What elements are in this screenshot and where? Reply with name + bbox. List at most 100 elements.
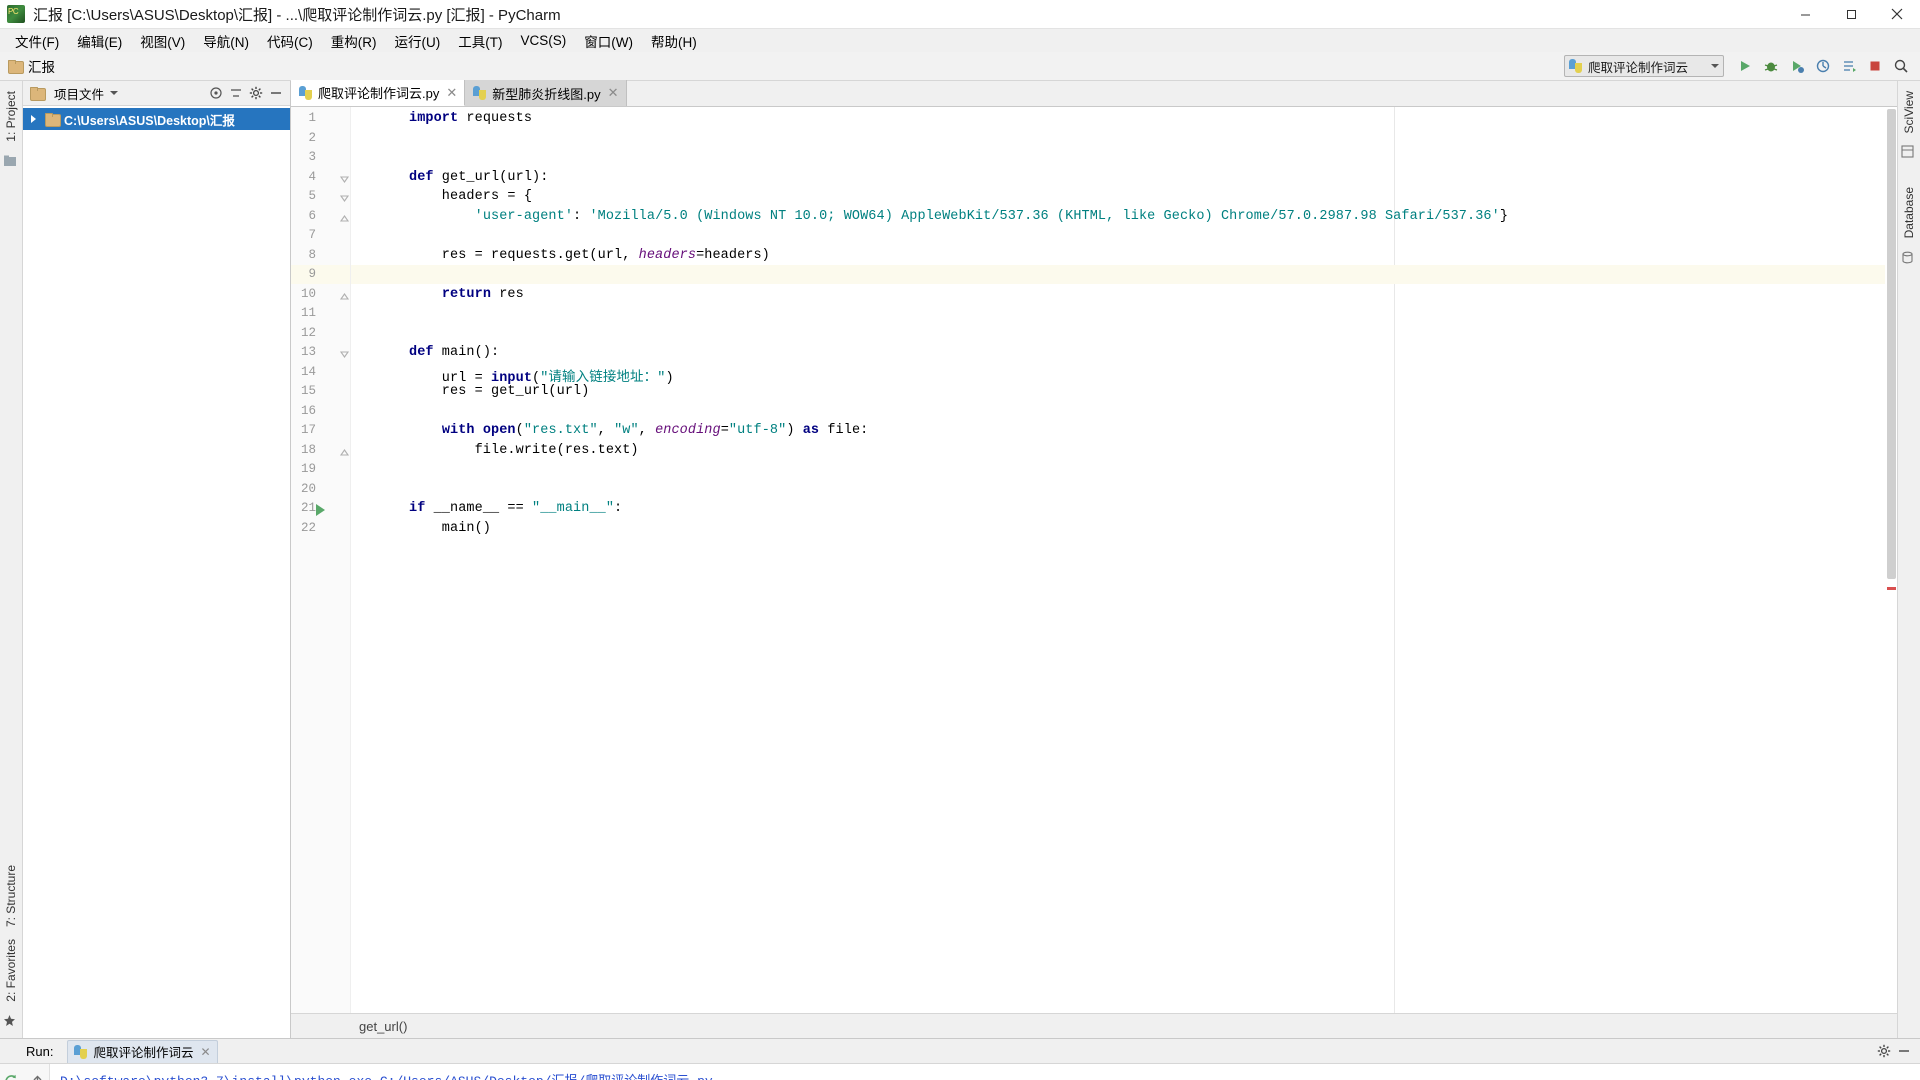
right-margin-line [1394,107,1395,1013]
tab-crawl-comments-wordcloud[interactable]: 爬取评论制作词云.py ✕ [291,80,466,106]
code-fold-icon[interactable] [339,445,350,456]
sidebar-item-structure[interactable]: 7: Structure [4,859,18,933]
menu-vcs[interactable]: VCS(S) [512,31,576,50]
menu-navigate[interactable]: 导航(N) [194,29,258,53]
line-number: 6 [308,208,316,223]
menu-run[interactable]: 运行(U) [386,29,450,53]
code-line[interactable]: res = requests.get(url, headers=headers) [409,248,770,263]
close-icon[interactable]: ✕ [200,1045,210,1059]
line-number: 2 [308,130,316,145]
menu-code[interactable]: 代码(C) [258,29,322,53]
settings-gear-icon[interactable] [1874,1041,1894,1061]
code-token: "utf-8" [728,423,787,438]
code-token: headers = { [409,189,533,204]
run-panel-label: Run: [26,1043,54,1059]
sidebar-item-database[interactable]: Database [1902,181,1916,244]
editor-scrollbar-vertical[interactable] [1885,107,1897,1013]
run-configuration-name: 爬取评论制作词云 [1588,60,1689,75]
line-number: 11 [300,306,316,320]
code-fold-icon[interactable] [339,172,350,183]
code-token: requests [458,111,533,126]
search-everywhere-button[interactable] [1888,54,1913,79]
code-line[interactable]: main() [409,521,491,536]
code-line[interactable]: import requests [409,111,532,126]
maximize-button[interactable] [1828,0,1874,29]
breadcrumb-label: get_url() [359,1018,408,1034]
code-token: =headers) [696,247,770,263]
run-with-console-button[interactable] [1836,54,1861,79]
editor-gutter[interactable]: 1 2 3 4 5 6 7 8 9 10 11 12 13 14 15 16 17 18 19 20 21 22 [291,107,351,1013]
menu-file[interactable]: 文件(F) [6,29,68,53]
sidebar-item-favorites[interactable]: 2: Favorites [4,933,18,1008]
line-number: 12 [300,325,316,340]
code-line[interactable]: file.write(res.text) [409,443,639,458]
code-line[interactable]: def get_url(url): [409,170,548,185]
collapse-all-icon[interactable] [226,83,246,103]
scroll-up-icon[interactable] [27,1070,49,1080]
left-tool-rail: 1: Project 7: Structure 2: Favorites [0,81,23,1038]
code-fold-icon[interactable] [339,211,350,222]
code-line[interactable]: return res [409,287,524,302]
minimize-button[interactable] [1782,0,1828,29]
hide-panel-icon[interactable] [1894,1041,1914,1061]
title-bar: 汇报 [C:\Users\ASUS\Desktop\汇报] - ...\爬取评论… [0,0,1920,29]
rerun-icon[interactable] [1,1070,23,1080]
debug-button[interactable] [1758,54,1783,79]
menu-refactor[interactable]: 重构(R) [322,29,386,53]
code-line[interactable]: def main(): [409,345,499,360]
code-token: headers [638,247,697,263]
sidebar-item-sciview[interactable]: SciView [1902,85,1916,139]
profile-button[interactable] [1810,54,1835,79]
code-line[interactable]: res = get_url(url) [409,384,590,399]
code-fold-icon[interactable] [339,347,350,358]
close-button[interactable] [1874,0,1920,29]
scrollbar-thumb[interactable] [1887,109,1896,579]
target-icon[interactable] [206,83,226,103]
close-icon[interactable]: ✕ [608,85,619,101]
stop-button[interactable] [1862,54,1887,79]
breadcrumb[interactable]: 汇报 [28,56,55,76]
error-stripe-mark[interactable] [1887,587,1896,590]
menu-window[interactable]: 窗口(W) [575,29,642,53]
menu-view[interactable]: 视图(V) [131,29,194,53]
run-button[interactable] [1732,54,1757,79]
tree-row[interactable]: C:\Users\ASUS\Desktop\汇报 [23,108,290,130]
menu-help[interactable]: 帮助(H) [642,29,706,53]
code-token: "w" [614,423,639,438]
chevron-right-icon[interactable] [31,115,36,123]
project-panel-header: 项目文件 [23,81,290,106]
code-token: } [1499,208,1509,224]
chevron-down-icon[interactable] [110,91,119,95]
code-line[interactable]: with open("res.txt", "w", encoding="utf-… [409,423,868,438]
run-console[interactable]: D:\software\python3.7\install\python.exe… [50,1064,1920,1080]
close-icon[interactable]: ✕ [446,85,457,101]
code-line[interactable]: if __name__ == "__main__": [409,501,622,516]
run-configuration-selector[interactable]: 爬取评论制作词云 [1564,55,1724,77]
run-panel-tab[interactable]: 爬取评论制作词云 ✕ [67,1039,218,1063]
code-line[interactable]: 'user-agent': 'Mozilla/5.0 (Windows NT 1… [409,209,1508,224]
editor-viewport[interactable]: 1 2 3 4 5 6 7 8 9 10 11 12 13 14 15 16 17 18 19 20 21 22 impo… [291,107,1897,1013]
project-tree: C:\Users\ASUS\Desktop\汇报 [23,106,290,1038]
run-with-coverage-button[interactable] [1784,54,1809,79]
project-panel-actions [206,83,286,103]
folder-icon [8,60,24,74]
tab-pneumonia-line-chart[interactable]: 新型肺炎折线图.py ✕ [465,80,627,106]
run-tab-label: 爬取评论制作词云 [93,1046,194,1060]
code-line[interactable]: headers = { [409,189,532,204]
code-area[interactable]: import requests def get_url(url): headers… [351,107,1897,1013]
settings-gear-icon[interactable] [246,83,266,103]
run-line-marker-icon[interactable] [316,504,325,516]
sidebar-item-project[interactable]: 1: Project [4,85,18,148]
code-token: file.write(res.text) [409,442,639,458]
menu-tools[interactable]: 工具(T) [449,29,511,53]
code-fold-icon[interactable] [339,191,350,202]
run-panel-header: Run: 爬取评论制作词云 ✕ [0,1039,1920,1064]
code-line[interactable]: url = input("请输入链接地址：") [409,365,674,386]
code-fold-icon[interactable] [339,289,350,300]
menu-edit[interactable]: 编辑(E) [68,29,131,53]
hide-panel-icon[interactable] [266,83,286,103]
main-area: 1: Project 7: Structure 2: Favorites 项目文… [0,80,1920,1038]
line-number: 10 [300,286,316,301]
editor-breadcrumb[interactable]: get_url() [291,1013,1897,1038]
favorites-star-icon [3,1014,19,1030]
